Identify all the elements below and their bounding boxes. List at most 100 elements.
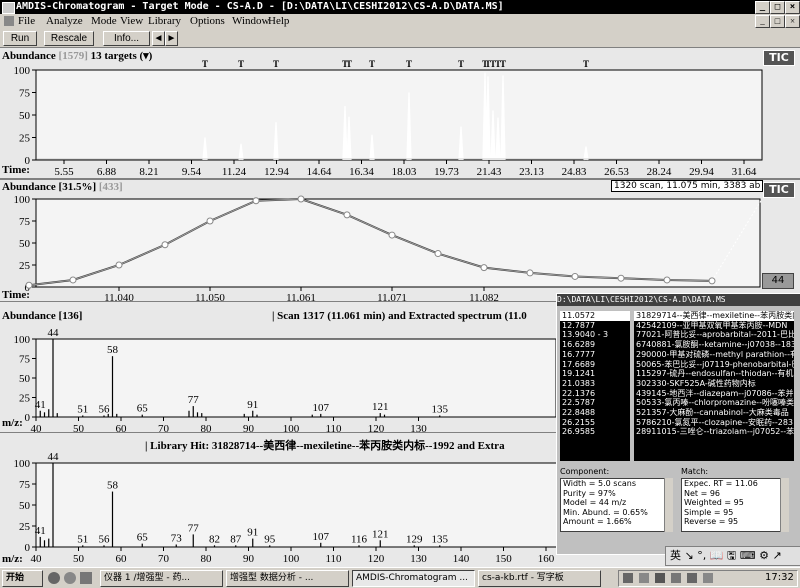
library-hit-item[interactable]: 50065-苯巴比妥--j07119-phenobarbital-巴 xyxy=(634,360,794,370)
y-tick-label: 25 xyxy=(19,133,31,145)
x-tick-label: 130 xyxy=(410,553,427,565)
peak-label: 58 xyxy=(107,480,119,492)
library-hit-item[interactable]: 77021-阿普比妥--aprobarbital--2011-巴比 xyxy=(634,330,794,340)
x-tick-label: 90 xyxy=(243,553,255,565)
peak-label: 73 xyxy=(171,532,183,544)
start-button[interactable]: 开始 xyxy=(2,570,43,587)
quicklaunch-app-icon[interactable] xyxy=(80,572,92,584)
ime-status[interactable]: 英 ↘ °, 📖 🖫 ⌨ ⚙ ↗ xyxy=(670,547,782,565)
library-hit-item[interactable]: 290000-甲基对硫磷--methyl parathion--有 xyxy=(634,350,794,360)
component-time-item[interactable]: 12.7877 xyxy=(560,321,630,331)
doc-minimize-button[interactable]: _ xyxy=(755,15,770,28)
component-time-item[interactable]: 22.1376 xyxy=(560,389,630,399)
profile-point xyxy=(161,241,169,249)
x-tick-label: 40 xyxy=(31,423,43,432)
x-tick-label: 120 xyxy=(368,553,385,565)
chromatogram-panel[interactable]: Abundance [1579] 13 targets (▾) TIC 100 7… xyxy=(0,48,800,178)
component-time-item[interactable]: 16.6289 xyxy=(560,340,630,350)
component-scrollbar[interactable] xyxy=(664,478,673,532)
component-time-item[interactable]: 19.1241 xyxy=(560,369,630,379)
component-label: Component: xyxy=(560,467,610,476)
ime-toolbar[interactable]: 英 ↘ °, 📖 🖫 ⌨ ⚙ ↗ xyxy=(665,546,800,566)
quicklaunch-browser-icon[interactable] xyxy=(64,572,76,584)
network-icon[interactable] xyxy=(623,573,633,583)
maximize-button[interactable]: □ xyxy=(770,1,785,14)
close-button[interactable]: × xyxy=(785,1,800,14)
mz-label: m/z: xyxy=(2,417,23,429)
library-hit-item[interactable]: 50533-氯丙嗪--chlorpromazine--吩噻嗪类 xyxy=(634,398,794,408)
profile-point xyxy=(69,276,77,284)
library-hit-item[interactable]: 521357-大麻酚--cannabinol--大麻类毒品 xyxy=(634,408,794,418)
results-window[interactable]: D:\DATA\LI\CESHI2012\CS-A.D\DATA.MS 11.0… xyxy=(556,293,800,555)
x-tick-label: 11.040 xyxy=(104,292,134,301)
prev-button[interactable]: ◄ xyxy=(152,31,165,46)
component-time-item[interactable]: 22.5787 xyxy=(560,398,630,408)
volume-icon[interactable] xyxy=(639,573,649,583)
component-info-line: Min. Abund. = 0.65% xyxy=(563,507,648,517)
x-tick-label: 19.73 xyxy=(434,166,459,178)
tray-app-icon[interactable] xyxy=(671,573,681,583)
component-info-line: Model = 44 m/z xyxy=(563,498,627,508)
task-data-analysis[interactable]: 增强型 数据分析 - ... xyxy=(226,570,349,587)
run-button[interactable]: Run xyxy=(3,31,37,46)
peak-label: 77 xyxy=(188,394,200,406)
component-time-item[interactable]: 22.8488 xyxy=(560,408,630,418)
library-hit-item[interactable]: 28911015-三唑仑--triazolam--j07052--苯并 xyxy=(634,427,794,437)
menu-help[interactable]: Help xyxy=(268,14,289,29)
x-tick-label: 100 xyxy=(283,423,300,432)
library-hit-item[interactable]: 439145-地西泮--diazepam--j07086--苯并二 xyxy=(634,389,794,399)
doc-close-button[interactable]: × xyxy=(785,15,800,28)
library-hit-item[interactable]: 302330-SKF525A-碱性药物内标 xyxy=(634,379,794,389)
info-button[interactable]: Info... xyxy=(103,31,150,46)
menu-view[interactable]: View xyxy=(120,14,143,29)
component-time-item[interactable]: 17.6689 xyxy=(560,360,630,370)
component-time-item[interactable]: 16.7777 xyxy=(560,350,630,360)
quicklaunch-desktop-icon[interactable] xyxy=(48,572,60,584)
menu-mode[interactable]: Mode xyxy=(91,14,117,29)
library-hit-item[interactable]: 115297-硫丹--endosulfan--thiodan--有机 xyxy=(634,369,794,379)
y-tick-label: 100 xyxy=(14,458,31,470)
menu-file[interactable]: File xyxy=(18,14,35,29)
component-time-item[interactable]: 26.9585 xyxy=(560,427,630,437)
task-instrument[interactable]: 仪器 1 /增强型 - 药... xyxy=(100,570,223,587)
peak-label: 58 xyxy=(107,344,119,356)
rescale-button[interactable]: Rescale xyxy=(44,31,94,46)
library-hit-item[interactable]: 6740881-氯胺酮--ketamine--j07038--1830 xyxy=(634,340,794,350)
minimize-button[interactable]: _ xyxy=(755,1,770,14)
antivirus-icon[interactable] xyxy=(655,573,665,583)
library-hit-list[interactable]: 31829714--美西律--mexiletine--苯丙胺类内 42542109… xyxy=(634,311,794,461)
x-tick-label: 28.24 xyxy=(647,166,672,178)
match-scrollbar[interactable] xyxy=(780,478,789,532)
profile-point xyxy=(434,250,442,258)
component-time-item[interactable]: 21.0383 xyxy=(560,379,630,389)
component-time-list[interactable]: 11.0572 12.7877 13.9040 - 3 16.6289 16.7777 1… xyxy=(560,311,630,461)
y-tick-label: 100 xyxy=(14,334,31,346)
component-time-item[interactable]: 11.0572 xyxy=(560,311,630,321)
doc-icon xyxy=(4,16,14,26)
target-marker: T xyxy=(458,59,464,69)
component-time-item[interactable]: 13.9040 - 3 xyxy=(560,330,630,340)
x-tick-label: 40 xyxy=(31,553,43,565)
doc-restore-button[interactable]: □ xyxy=(770,15,785,28)
plot-area xyxy=(35,69,763,161)
menu-options[interactable]: Options xyxy=(190,14,225,29)
library-hit-item[interactable]: 42542109--亚甲基双氧甲基苯丙胺--MDN xyxy=(634,321,794,331)
x-tick-label: 11.24 xyxy=(222,166,247,178)
task-amdis[interactable]: AMDIS-Chromatogram ... xyxy=(352,570,475,587)
y-tick-label: 75 xyxy=(19,479,31,491)
tray-app2-icon[interactable] xyxy=(687,573,697,583)
component-time-item[interactable]: 26.2155 xyxy=(560,418,630,428)
next-button[interactable]: ► xyxy=(165,31,178,46)
tray-app3-icon[interactable] xyxy=(703,573,713,583)
library-hit-item[interactable]: 31829714--美西律--mexiletine--苯丙胺类内 xyxy=(634,311,794,321)
x-tick-label: 26.53 xyxy=(604,166,629,178)
menu-analyze[interactable]: Analyze xyxy=(46,14,83,29)
profile-panel[interactable]: Abundance [31.5%] [433] 1320 scan, 11.07… xyxy=(0,179,800,301)
peak-label: 87 xyxy=(230,533,242,545)
time-label-2: Time: xyxy=(2,289,30,301)
library-hit-item[interactable]: 5786210-氯氮平--clozapine--安眠药--283 xyxy=(634,418,794,428)
menu-window[interactable]: Window xyxy=(232,14,269,29)
clock: 17:32 xyxy=(765,572,794,583)
task-wordpad[interactable]: cs-a-kb.rtf - 写字板 xyxy=(478,570,601,587)
menu-library[interactable]: Library xyxy=(148,14,181,29)
